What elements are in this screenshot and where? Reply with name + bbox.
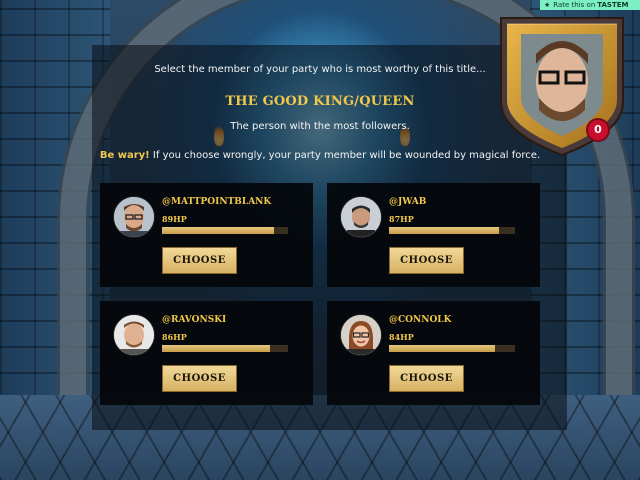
player-hp-fill bbox=[389, 227, 499, 234]
player-hp-bar bbox=[162, 345, 288, 352]
rate-banner[interactable]: ★ Rate this on TASTEM bbox=[540, 0, 640, 10]
choose-button[interactable]: CHOOSE bbox=[162, 247, 237, 274]
player-hp-fill bbox=[162, 227, 275, 234]
player-hp: 84HP bbox=[389, 332, 414, 342]
player-hp-fill bbox=[389, 345, 495, 352]
player-card: @RAVONSKI 86HP CHOOSE bbox=[100, 301, 313, 405]
player-card: @MATTPOINTBLANK 89HP CHOOSE bbox=[100, 183, 313, 287]
player-handle: @CONNOLK bbox=[389, 315, 452, 325]
player-handle: @RAVONSKI bbox=[162, 315, 227, 325]
player-hp: 87HP bbox=[389, 214, 414, 224]
warning-text: If you choose wrongly, your party member… bbox=[149, 150, 541, 161]
player-hp-bar bbox=[389, 345, 515, 352]
player-card: @CONNOLK 84HP CHOOSE bbox=[327, 301, 540, 405]
warning-lead: Be wary! bbox=[99, 150, 150, 161]
rate-brand: TASTEM bbox=[597, 1, 629, 9]
choose-button[interactable]: CHOOSE bbox=[162, 365, 237, 392]
player-hp-bar bbox=[389, 227, 515, 234]
choose-button[interactable]: CHOOSE bbox=[389, 365, 464, 392]
player-handle: @MATTPOINTBLANK bbox=[162, 197, 272, 207]
rate-label: Rate this on bbox=[553, 1, 596, 9]
notification-badge: 0 bbox=[586, 118, 610, 142]
player-avatar bbox=[113, 196, 155, 238]
player-hp-fill bbox=[162, 345, 271, 352]
player-hp-bar bbox=[162, 227, 288, 234]
player-handle: @JWAB bbox=[389, 197, 427, 207]
player-avatar bbox=[113, 314, 155, 356]
player-hp: 86HP bbox=[162, 332, 187, 342]
star-icon: ★ bbox=[544, 1, 551, 9]
player-avatar bbox=[340, 196, 382, 238]
player-avatar bbox=[340, 314, 382, 356]
player-card: @JWAB 87HP CHOOSE bbox=[327, 183, 540, 287]
player-hp: 89HP bbox=[162, 214, 187, 224]
choose-button[interactable]: CHOOSE bbox=[389, 247, 464, 274]
